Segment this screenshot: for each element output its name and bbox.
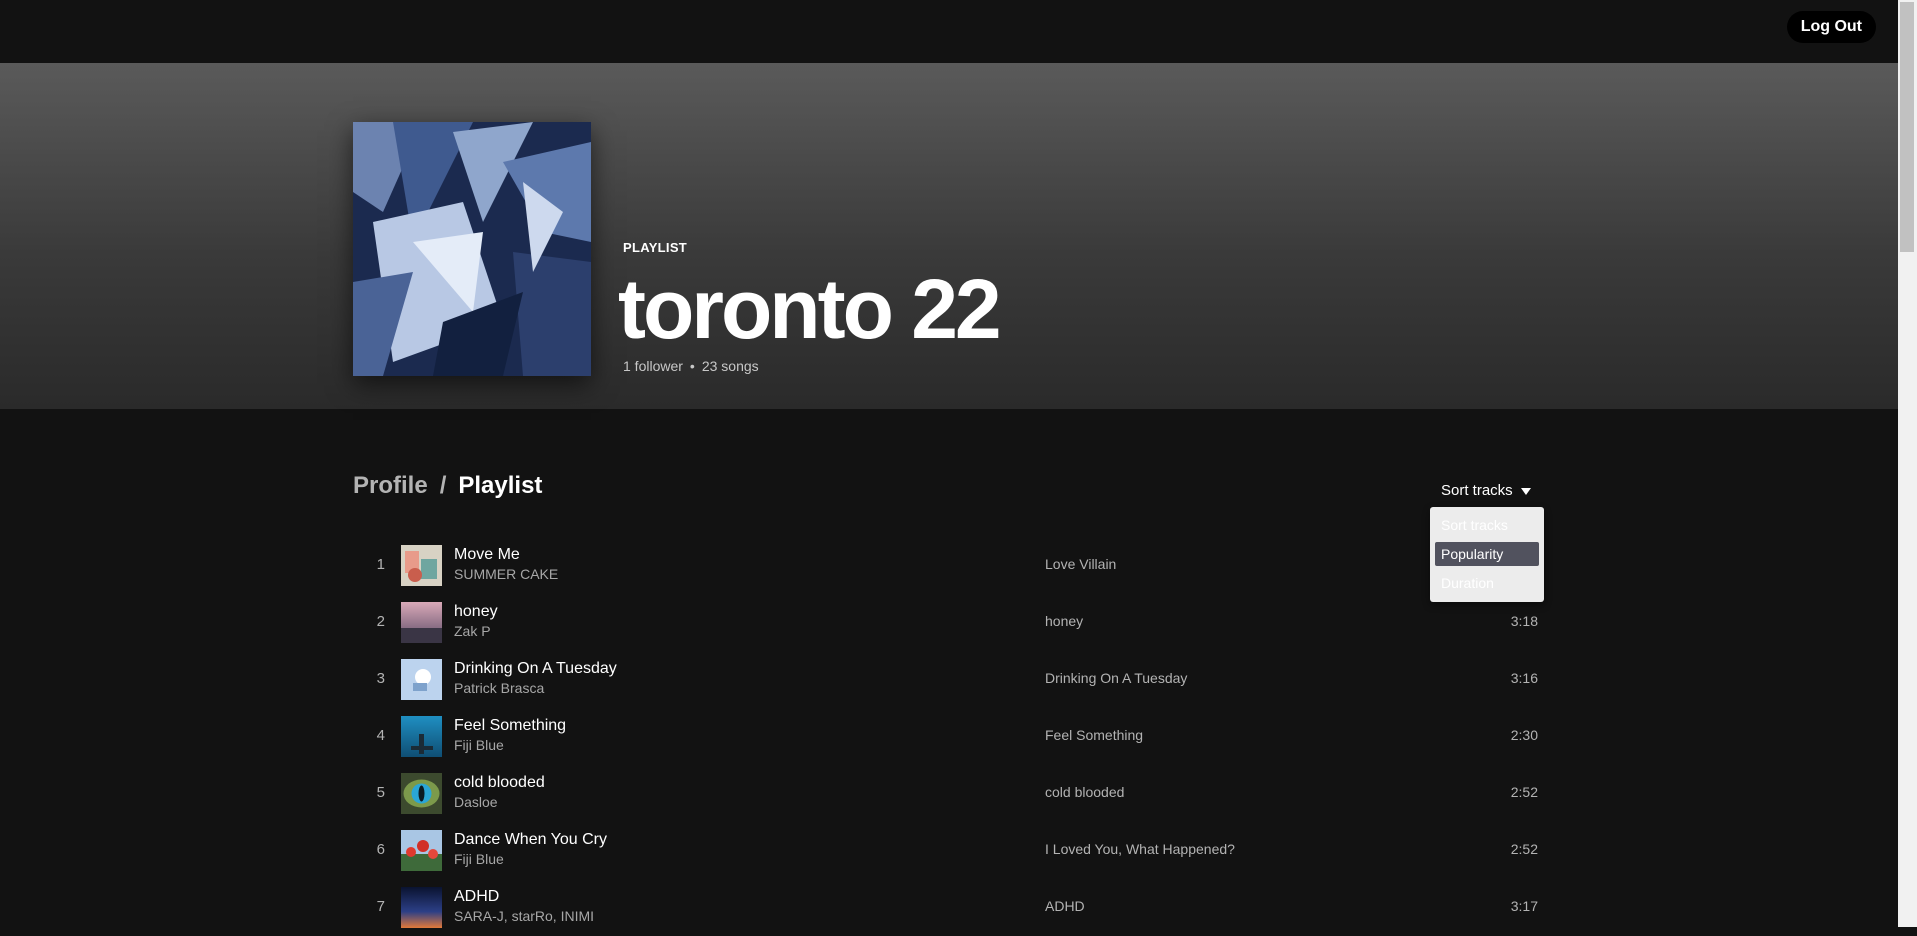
track-list: 1 Move Me SUMMER CAKE Love Villain 2 hon… (353, 537, 1538, 936)
track-thumbnail (401, 545, 442, 586)
track-row[interactable]: 4 Feel Something Fiji Blue Feel Somethin… (353, 708, 1538, 765)
track-number: 6 (376, 841, 385, 858)
breadcrumb-profile-link[interactable]: Profile (353, 472, 428, 499)
track-number: 7 (376, 898, 385, 915)
song-count: 23 songs (701, 358, 759, 374)
track-duration: 2:52 (1510, 784, 1538, 800)
track-title[interactable]: honey (454, 603, 498, 621)
track-album[interactable]: honey (1045, 613, 1083, 629)
track-duration: 2:52 (1510, 841, 1538, 857)
track-number: 2 (376, 613, 385, 630)
logout-button[interactable]: Log Out (1786, 11, 1876, 43)
track-artist[interactable]: SUMMER CAKE (454, 566, 558, 582)
track-artist[interactable]: Fiji Blue (454, 737, 504, 753)
track-duration: 3:16 (1510, 670, 1538, 686)
track-thumbnail (401, 602, 442, 643)
track-title[interactable]: Feel Something (454, 717, 566, 735)
page-scrollbar[interactable] (1898, 0, 1917, 927)
track-number: 5 (376, 784, 385, 801)
sort-option-default[interactable]: Sort tracks (1435, 513, 1539, 537)
track-thumbnail (401, 887, 442, 928)
track-duration: 3:18 (1510, 613, 1538, 629)
sort-option-duration[interactable]: Duration (1435, 571, 1539, 595)
track-album[interactable]: Love Villain (1045, 556, 1116, 572)
track-number: 4 (376, 727, 385, 744)
track-number: 1 (376, 556, 385, 573)
scrollbar-thumb[interactable] (1900, 2, 1914, 252)
playlist-meta: 1 follower • 23 songs (623, 358, 759, 374)
track-album[interactable]: Drinking On A Tuesday (1045, 670, 1187, 686)
track-duration: 2:30 (1510, 727, 1538, 743)
track-album[interactable]: cold blooded (1045, 784, 1124, 800)
playlist-type-label: PLAYLIST (623, 240, 688, 255)
track-row[interactable]: 2 honey Zak P honey 3:18 (353, 594, 1538, 651)
breadcrumb: Profile / Playlist (353, 472, 542, 500)
playlist-cover-image (353, 122, 591, 376)
top-bar: Log Out (0, 0, 1898, 63)
track-number: 3 (376, 670, 385, 687)
track-artist[interactable]: Fiji Blue (454, 851, 504, 867)
caret-down-icon (1520, 487, 1531, 495)
sort-tracks-dropdown[interactable]: Sort tracks (1441, 482, 1531, 499)
track-row[interactable]: 6 Dance When You Cry Fiji Blue I Loved Y… (353, 822, 1538, 879)
track-title[interactable]: cold blooded (454, 774, 545, 792)
track-title[interactable]: Dance When You Cry (454, 831, 607, 849)
track-row[interactable]: 5 cold blooded Dasloe cold blooded 2:52 (353, 765, 1538, 822)
track-artist[interactable]: Zak P (454, 623, 491, 639)
track-artist[interactable]: Patrick Brasca (454, 680, 544, 696)
follower-count: 1 follower (623, 358, 683, 374)
track-title[interactable]: Move Me (454, 546, 520, 564)
track-artist[interactable]: SARA-J, starRo, INIMI (454, 908, 594, 924)
playlist-title: toronto 22 (618, 262, 1002, 356)
sort-options-menu: Sort tracks Popularity Duration (1430, 507, 1544, 602)
track-duration: 3:17 (1510, 898, 1538, 914)
track-thumbnail (401, 773, 442, 814)
track-title[interactable]: Drinking On A Tuesday (454, 660, 617, 678)
track-album[interactable]: Feel Something (1045, 727, 1143, 743)
track-row[interactable]: 1 Move Me SUMMER CAKE Love Villain (353, 537, 1538, 594)
breadcrumb-current: Playlist (458, 472, 543, 499)
sort-tracks-label: Sort tracks (1441, 482, 1513, 499)
track-thumbnail (401, 659, 442, 700)
track-album[interactable]: I Loved You, What Happened? (1045, 841, 1235, 857)
track-thumbnail (401, 716, 442, 757)
track-title[interactable]: ADHD (454, 888, 499, 906)
track-row[interactable]: 3 Drinking On A Tuesday Patrick Brasca D… (353, 651, 1538, 708)
sort-option-popularity[interactable]: Popularity (1435, 542, 1539, 566)
playlist-header: PLAYLIST toronto 22 1 follower • 23 songs (0, 63, 1898, 409)
breadcrumb-separator: / (439, 472, 447, 499)
track-album[interactable]: ADHD (1045, 898, 1085, 914)
track-artist[interactable]: Dasloe (454, 794, 498, 810)
track-thumbnail (401, 830, 442, 871)
meta-separator: • (689, 358, 695, 374)
track-row[interactable]: 7 ADHD SARA-J, starRo, INIMI ADHD 3:17 (353, 879, 1538, 936)
